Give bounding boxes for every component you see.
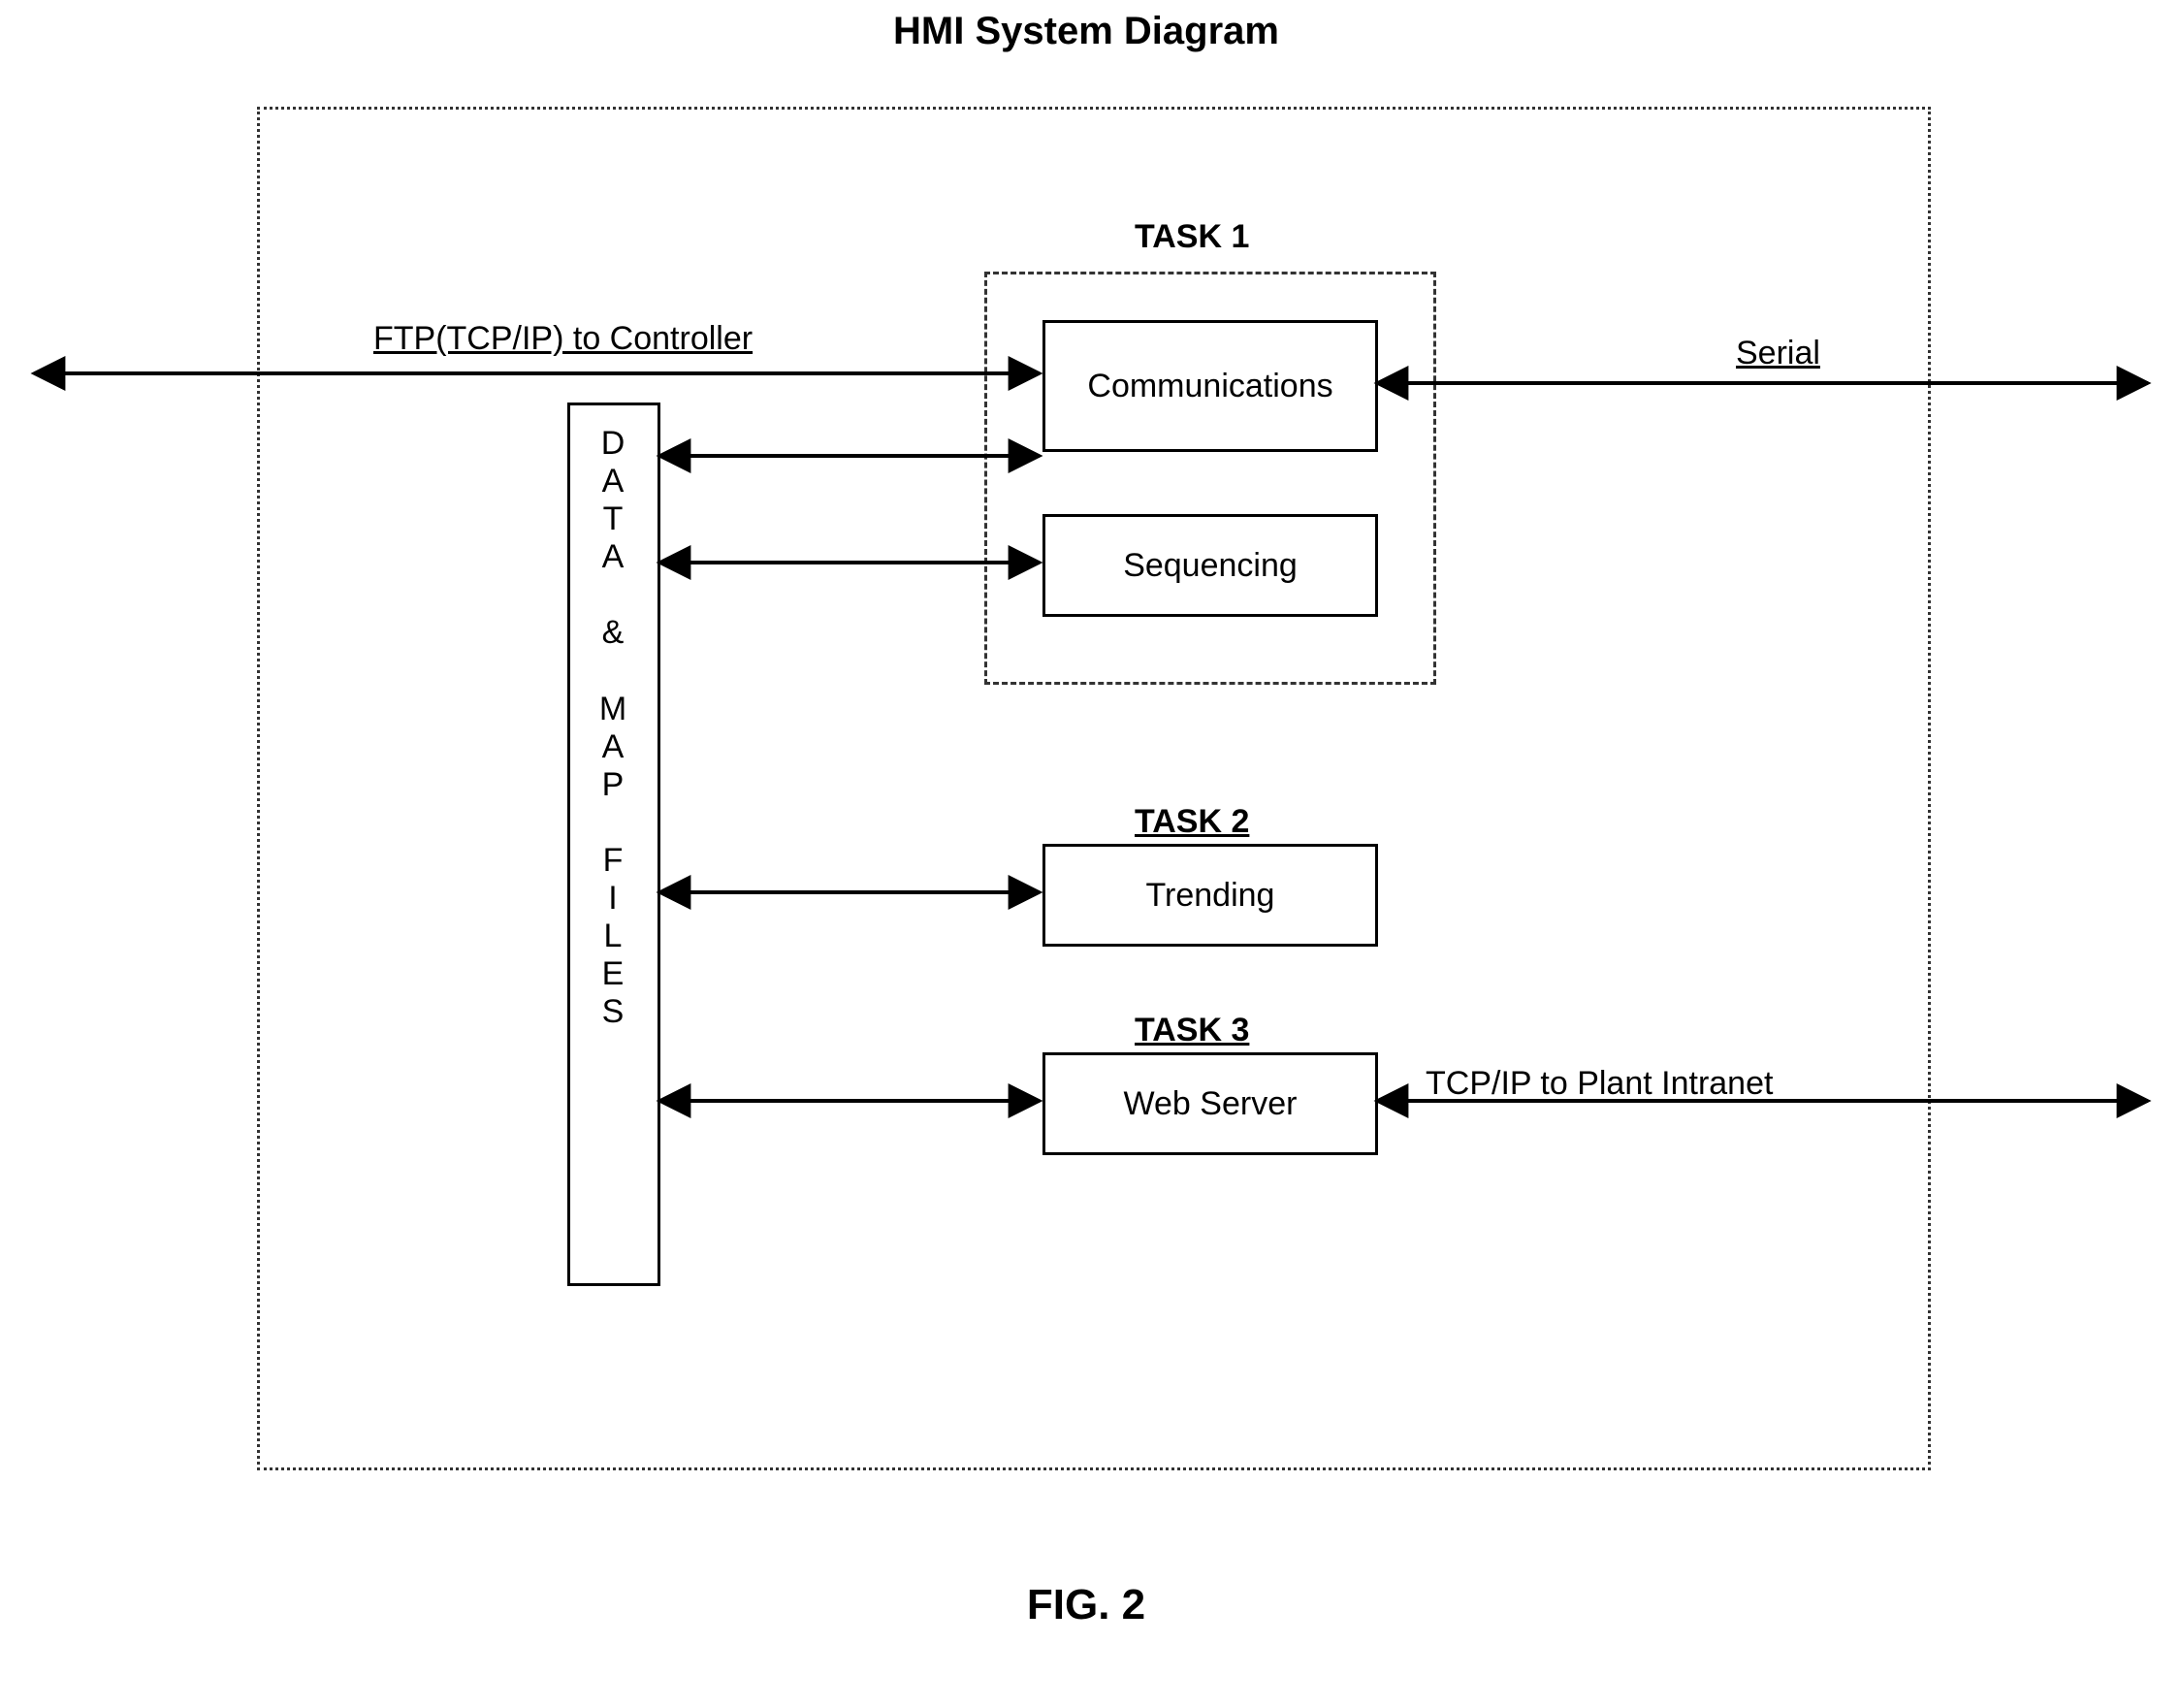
ftp-label: FTP(TCP/IP) to Controller [373,320,753,358]
trending-box: Trending [1042,844,1378,947]
webserver-box: Web Server [1042,1052,1378,1155]
task1-label: TASK 1 [1135,218,1249,256]
serial-label: Serial [1736,335,1820,372]
figure-label: FIG. 2 [941,1581,1232,1629]
data-map-files-box: D A T A & M A P F I L E S [567,403,660,1286]
sequencing-box: Sequencing [1042,514,1378,617]
tcpip-label: TCP/IP to Plant Intranet [1426,1065,1773,1103]
task3-label: TASK 3 [1135,1012,1249,1049]
task2-label: TASK 2 [1135,803,1249,841]
diagram-title: HMI System Diagram [795,10,1377,53]
communications-box: Communications [1042,320,1378,452]
diagram-canvas: HMI System Diagram TASK 1 D A T A & M A … [0,0,2181,1708]
